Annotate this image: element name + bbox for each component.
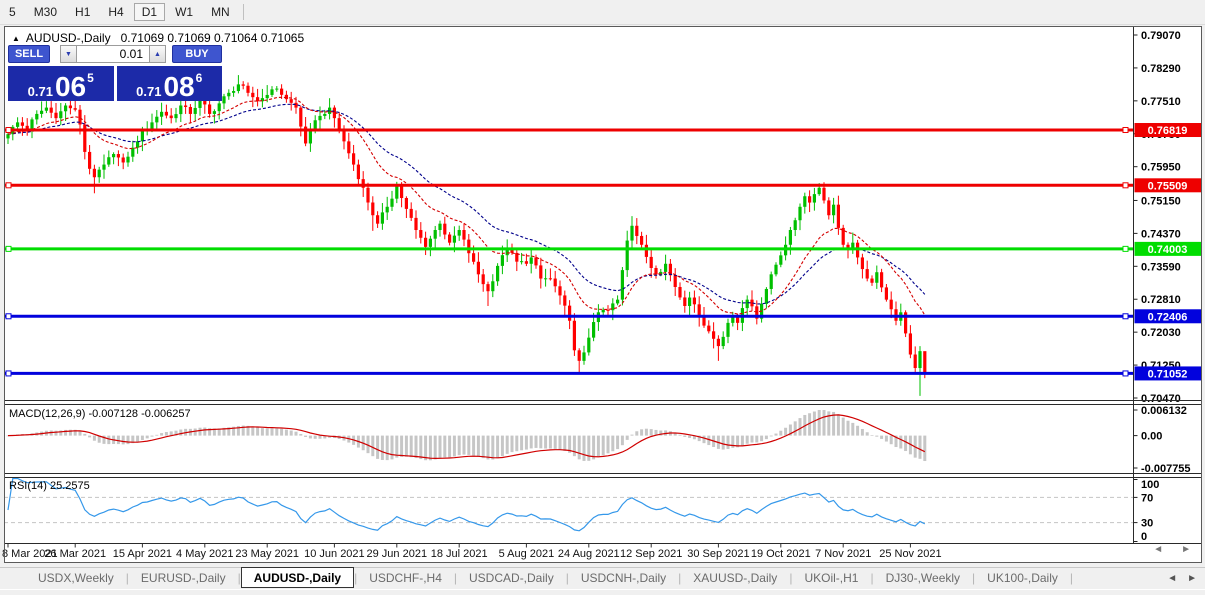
tab-scroll-arrows: ◄ ► bbox=[1167, 568, 1205, 588]
svg-text:24 Aug 2021: 24 Aug 2021 bbox=[558, 548, 620, 560]
tab-usdchf-h4[interactable]: USDCHF-,H4 bbox=[357, 568, 454, 588]
scroll-right-icon[interactable]: ► bbox=[1181, 544, 1191, 555]
tab-usdcnh-daily[interactable]: USDCNH-,Daily bbox=[569, 568, 678, 588]
tab-separator: | bbox=[1069, 571, 1073, 585]
svg-text:25 Nov 2021: 25 Nov 2021 bbox=[879, 548, 941, 560]
chart-ohlc-values: 0.71069 0.71069 0.71064 0.71065 bbox=[120, 31, 305, 45]
chart-header: ▲ AUDUSD-,Daily 0.71069 0.71069 0.71064 … bbox=[12, 31, 304, 45]
chevron-down-icon: ▼ bbox=[65, 50, 72, 58]
sell-price-point: 5 bbox=[87, 71, 94, 85]
chart-background bbox=[4, 26, 1202, 563]
macd-indicator-label: MACD(12,26,9) -0.007128 -0.006257 bbox=[9, 408, 191, 420]
svg-text:30: 30 bbox=[1141, 518, 1153, 530]
svg-text:10 Jun 2021: 10 Jun 2021 bbox=[304, 548, 365, 560]
chart-title: AUDUSD-,Daily bbox=[25, 31, 111, 45]
svg-text:29 Jun 2021: 29 Jun 2021 bbox=[367, 548, 428, 560]
svg-text:0.72030: 0.72030 bbox=[1141, 327, 1181, 339]
line-handle bbox=[5, 182, 12, 189]
svg-text:0: 0 bbox=[1141, 531, 1147, 543]
line-handle bbox=[1122, 313, 1129, 320]
svg-text:0.74003: 0.74003 bbox=[1148, 244, 1188, 256]
svg-text:26 Mar 2021: 26 Mar 2021 bbox=[44, 548, 106, 560]
svg-text:30 Sep 2021: 30 Sep 2021 bbox=[687, 548, 749, 560]
sell-price-prefix: 0.71 bbox=[27, 84, 53, 99]
svg-text:100: 100 bbox=[1141, 479, 1159, 491]
tab-eurusd-daily[interactable]: EURUSD-,Daily bbox=[129, 568, 238, 588]
svg-text:15 Apr 2021: 15 Apr 2021 bbox=[113, 548, 172, 560]
svg-text:70: 70 bbox=[1141, 492, 1153, 504]
svg-text:0.76819: 0.76819 bbox=[1148, 125, 1188, 137]
tab-scroll-left-icon[interactable]: ◄ bbox=[1167, 573, 1177, 584]
collapse-icon[interactable]: ▲ bbox=[12, 34, 20, 43]
line-handle bbox=[5, 370, 12, 377]
sell-button[interactable]: SELL bbox=[8, 45, 50, 63]
svg-text:0.78290: 0.78290 bbox=[1141, 63, 1181, 75]
svg-text:4 May 2021: 4 May 2021 bbox=[176, 548, 233, 560]
buy-price-pips: 08 bbox=[163, 71, 195, 102]
line-handle bbox=[1122, 182, 1129, 189]
svg-text:0.73590: 0.73590 bbox=[1141, 261, 1181, 273]
chart-tab-bar: USDX,Weekly | EURUSD-,Daily | AUDUSD-,Daily |… bbox=[0, 567, 1205, 588]
svg-text:0.77510: 0.77510 bbox=[1141, 96, 1181, 108]
volume-input[interactable]: 0.01 bbox=[77, 45, 149, 63]
svg-text:12 Sep 2021: 12 Sep 2021 bbox=[620, 548, 682, 560]
line-handle bbox=[1122, 370, 1129, 377]
chart-hscroll: ◄ ► bbox=[1153, 544, 1191, 555]
svg-text:19 Oct 2021: 19 Oct 2021 bbox=[751, 548, 811, 560]
tab-usdx-weekly[interactable]: USDX,Weekly bbox=[26, 568, 126, 588]
buy-price-prefix: 0.71 bbox=[136, 84, 162, 99]
tab-audusd-daily[interactable]: AUDUSD-,Daily bbox=[240, 567, 355, 588]
chevron-up-icon: ▲ bbox=[154, 50, 161, 58]
sell-price-box[interactable]: 0.71 06 5 bbox=[8, 66, 114, 101]
line-handle bbox=[5, 245, 12, 252]
volume-decrease-button[interactable]: ▼ bbox=[60, 45, 77, 63]
svg-text:0.006132: 0.006132 bbox=[1141, 405, 1187, 417]
tab-uk100-daily[interactable]: UK100-,Daily bbox=[975, 568, 1070, 588]
buy-price-point: 6 bbox=[195, 71, 203, 85]
scroll-left-icon[interactable]: ◄ bbox=[1153, 544, 1163, 555]
sell-price-pips: 06 bbox=[54, 71, 87, 102]
line-handle bbox=[5, 127, 12, 134]
svg-text:0.75950: 0.75950 bbox=[1141, 162, 1181, 174]
mt4-terminal: { "toolbar": {"items": ["5", "M30", "H1"… bbox=[0, 0, 1205, 595]
svg-text:0.71052: 0.71052 bbox=[1148, 368, 1188, 380]
svg-text:0.75150: 0.75150 bbox=[1141, 195, 1181, 207]
svg-text:7 Nov 2021: 7 Nov 2021 bbox=[815, 548, 871, 560]
tab-scroll-right-icon[interactable]: ► bbox=[1187, 573, 1197, 584]
rsi-indicator-label: RSI(14) 25.2575 bbox=[9, 480, 90, 492]
svg-text:0.70470: 0.70470 bbox=[1141, 393, 1181, 405]
line-handle bbox=[1122, 245, 1129, 252]
svg-text:0.72810: 0.72810 bbox=[1141, 294, 1181, 306]
line-handle bbox=[1122, 127, 1129, 134]
svg-text:23 May 2021: 23 May 2021 bbox=[235, 548, 299, 560]
svg-text:0.00: 0.00 bbox=[1141, 431, 1162, 443]
tab-xauusd-daily[interactable]: XAUUSD-,Daily bbox=[681, 568, 789, 588]
tab-usdcad-daily[interactable]: USDCAD-,Daily bbox=[457, 568, 566, 588]
line-handle bbox=[5, 313, 12, 320]
buy-price-box[interactable]: 0.71 08 6 bbox=[116, 66, 222, 102]
volume-increase-button[interactable]: ▲ bbox=[149, 45, 166, 63]
svg-text:0.74370: 0.74370 bbox=[1141, 228, 1181, 240]
buy-button[interactable]: BUY bbox=[172, 45, 222, 63]
svg-text:0.72406: 0.72406 bbox=[1148, 311, 1188, 323]
svg-text:5 Aug 2021: 5 Aug 2021 bbox=[499, 548, 555, 560]
svg-text:18 Jul 2021: 18 Jul 2021 bbox=[431, 548, 488, 560]
svg-text:0.75509: 0.75509 bbox=[1148, 180, 1188, 192]
svg-text:0.79070: 0.79070 bbox=[1141, 30, 1181, 42]
tab-dj30-weekly[interactable]: DJ30-,Weekly bbox=[874, 568, 972, 588]
tab-ukoil-h1[interactable]: UKOil-,H1 bbox=[792, 568, 870, 588]
one-click-trade-panel: SELL ▼ 0.01 ▲ BUY 0.71 06 5 0.71 08 6 bbox=[8, 45, 222, 101]
